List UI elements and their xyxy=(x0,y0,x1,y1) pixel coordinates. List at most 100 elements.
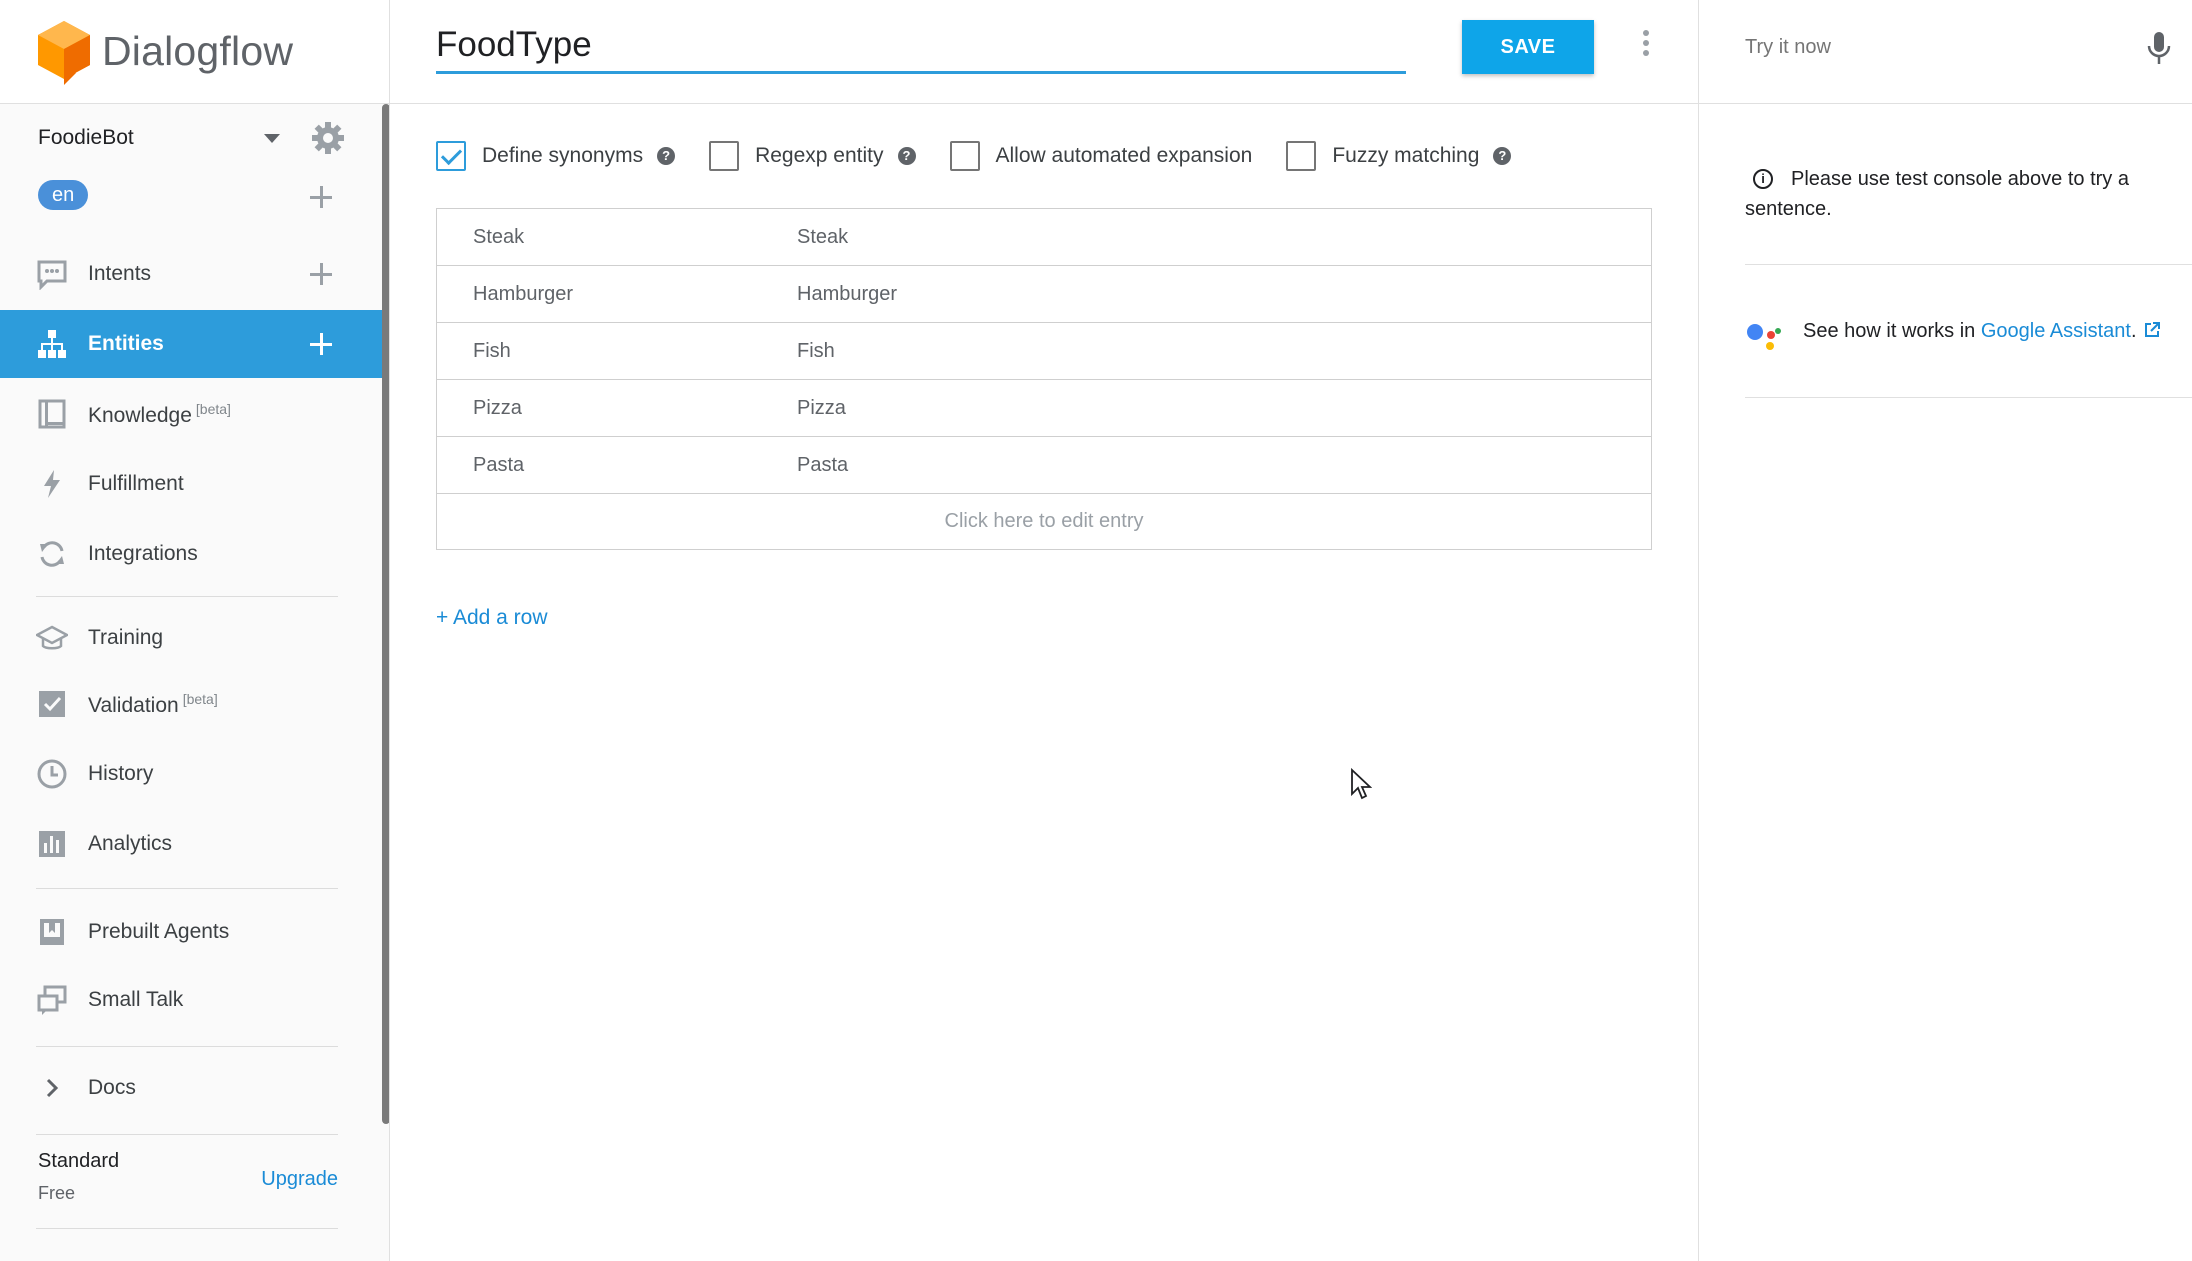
sidebar-item-label: Docs xyxy=(88,1076,136,1099)
checkbox-icon xyxy=(39,691,65,717)
help-icon[interactable]: ? xyxy=(897,147,916,165)
reference-value[interactable]: Steak xyxy=(473,226,524,249)
reference-value[interactable]: Pizza xyxy=(473,397,522,420)
edit-entry-placeholder[interactable]: Click here to edit entry xyxy=(437,494,1651,549)
sidebar-divider xyxy=(36,1046,338,1047)
reference-value[interactable]: Fish xyxy=(473,340,511,363)
try-it-input[interactable] xyxy=(1745,30,2085,64)
agent-selector[interactable]: FoodieBot xyxy=(38,118,348,158)
option-define-synonyms[interactable]: Define synonyms ? xyxy=(436,141,676,171)
synonyms-value[interactable]: Pasta xyxy=(797,454,848,477)
regexp-entity-checkbox[interactable] xyxy=(709,141,740,171)
agent-name: FoodieBot xyxy=(38,126,134,149)
gear-icon[interactable] xyxy=(308,118,348,158)
table-row[interactable]: Pizza Pizza xyxy=(437,380,1651,437)
dialogflow-logo-icon xyxy=(38,20,90,85)
console-info: i Please use test console above to try a … xyxy=(1745,164,2192,265)
chevron-down-icon[interactable] xyxy=(264,134,280,143)
reference-value[interactable]: Pasta xyxy=(473,454,524,477)
synonyms-value[interactable]: Steak xyxy=(797,226,848,249)
google-assistant-link[interactable]: Google Assistant xyxy=(1981,320,2131,342)
add-language-plus-icon[interactable] xyxy=(310,186,332,208)
sidebar-item-analytics[interactable]: Analytics xyxy=(0,810,382,878)
sitemap-icon xyxy=(38,330,66,358)
book-icon xyxy=(38,399,66,429)
upgrade-link[interactable]: Upgrade xyxy=(261,1168,338,1191)
chevron-right-icon xyxy=(46,1078,59,1098)
sidebar-scrollbar[interactable] xyxy=(382,104,389,1124)
help-icon[interactable]: ? xyxy=(1493,147,1512,165)
sidebar-item-fulfillment[interactable]: Fulfillment xyxy=(0,450,382,518)
sidebar-divider xyxy=(36,1134,338,1135)
option-automated-expansion[interactable]: Allow automated expansion xyxy=(949,141,1252,171)
bar-chart-icon xyxy=(39,831,65,857)
microphone-icon[interactable] xyxy=(2145,30,2173,66)
console-info-text: Please use test console above to try a s… xyxy=(1745,168,2129,220)
clock-icon xyxy=(37,759,67,789)
sidebar-item-integrations[interactable]: Integrations xyxy=(0,520,382,588)
sidebar: Dialogflow FoodieBot en Intents Entities… xyxy=(0,0,390,1261)
save-button[interactable]: SAVE xyxy=(1462,20,1594,74)
ga-suffix: . xyxy=(2130,320,2137,342)
sidebar-item-label: Prebuilt Agents xyxy=(88,920,230,943)
sidebar-item-label: Training xyxy=(88,626,164,649)
add-entity-plus-icon[interactable] xyxy=(310,333,332,355)
define-synonyms-checkbox[interactable] xyxy=(436,141,466,171)
ga-prefix: See how it works in xyxy=(1803,320,1976,342)
sidebar-item-small-talk[interactable]: Small Talk xyxy=(0,966,382,1034)
option-label: Regexp entity xyxy=(755,144,884,167)
chat-bubble-icon xyxy=(37,260,67,290)
mouse-pointer-icon xyxy=(1351,768,1372,800)
lightning-icon xyxy=(44,470,60,498)
sidebar-item-label: Integrations xyxy=(88,542,198,565)
app-name: Dialogflow xyxy=(102,28,294,74)
synonyms-value[interactable]: Pizza xyxy=(797,397,846,420)
more-vert-icon[interactable] xyxy=(1636,28,1656,58)
sync-icon xyxy=(40,541,64,567)
table-row[interactable]: Fish Fish xyxy=(437,323,1651,380)
google-assistant-hint: See how it works in Google Assistant. xyxy=(1745,310,2192,398)
table-row[interactable]: Hamburger Hamburger xyxy=(437,266,1651,323)
try-it-bar xyxy=(1699,0,2192,104)
synonyms-value[interactable]: Fish xyxy=(797,340,835,363)
external-link-icon[interactable] xyxy=(2143,321,2161,339)
table-row[interactable]: Pasta Pasta xyxy=(437,437,1651,494)
option-label: Fuzzy matching xyxy=(1332,144,1480,167)
sidebar-item-label: Intents xyxy=(88,262,152,285)
add-row-link[interactable]: + Add a row xyxy=(436,606,548,630)
entity-name-input[interactable] xyxy=(436,18,1406,74)
plan-info: Standard Free Upgrade xyxy=(38,1150,338,1220)
sidebar-item-docs[interactable]: Docs xyxy=(0,1054,382,1122)
option-regexp-entity[interactable]: Regexp entity ? xyxy=(709,141,916,171)
sidebar-item-validation[interactable]: Validation [beta] xyxy=(0,670,382,738)
sidebar-item-history[interactable]: History xyxy=(0,740,382,808)
fuzzy-matching-checkbox[interactable] xyxy=(1286,141,1317,171)
logo-bar: Dialogflow xyxy=(0,0,389,104)
sidebar-divider xyxy=(36,596,338,597)
entity-header: SAVE xyxy=(390,0,1698,104)
sidebar-item-label: Small Talk xyxy=(88,988,184,1011)
beta-badge: [beta] xyxy=(182,690,218,707)
help-icon[interactable]: ? xyxy=(657,147,676,165)
option-fuzzy-matching[interactable]: Fuzzy matching ? xyxy=(1286,141,1512,171)
sidebar-item-training[interactable]: Training xyxy=(0,604,382,672)
sidebar-item-label: History xyxy=(88,762,154,785)
reference-value[interactable]: Hamburger xyxy=(473,283,573,306)
sidebar-item-label: Validation xyxy=(88,693,179,717)
chat-windows-icon xyxy=(37,985,67,1015)
sidebar-item-knowledge[interactable]: Knowledge [beta] xyxy=(0,380,382,448)
google-assistant-icon xyxy=(1747,324,1781,350)
add-intent-plus-icon[interactable] xyxy=(310,263,332,285)
beta-badge: [beta] xyxy=(195,400,231,417)
info-icon: i xyxy=(1753,169,1773,189)
sidebar-item-intents[interactable]: Intents xyxy=(0,240,382,308)
sidebar-item-prebuilt-agents[interactable]: Prebuilt Agents xyxy=(0,898,382,966)
table-row[interactable]: Steak Steak xyxy=(437,209,1651,266)
sidebar-item-label: Analytics xyxy=(88,832,173,855)
automated-expansion-checkbox[interactable] xyxy=(949,141,980,171)
sidebar-item-entities[interactable]: Entities xyxy=(0,310,382,378)
language-badge[interactable]: en xyxy=(38,180,89,210)
synonyms-value[interactable]: Hamburger xyxy=(797,283,897,306)
entries-table: Steak Steak Hamburger Hamburger Fish Fis… xyxy=(436,208,1652,550)
bookmark-book-icon xyxy=(40,919,64,945)
